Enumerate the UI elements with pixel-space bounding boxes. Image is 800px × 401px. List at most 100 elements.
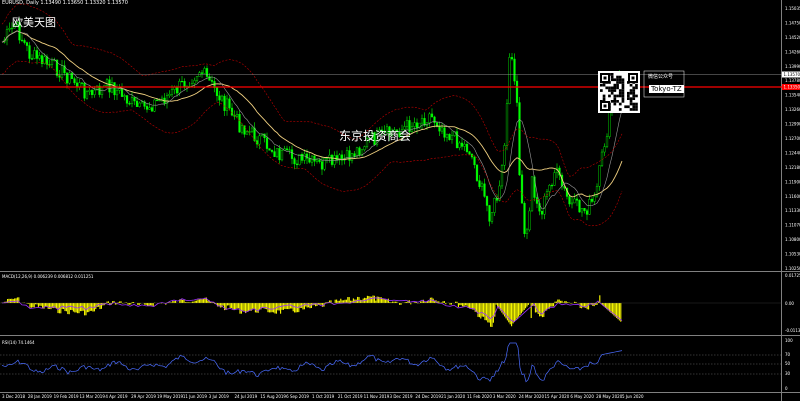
time-tick-label: 19 May 2019 — [157, 394, 184, 399]
qr-module — [608, 86, 611, 90]
candle-body — [593, 195, 596, 202]
candle-body — [540, 210, 544, 215]
time-tick-label: 11 Jun 2019 — [183, 394, 208, 399]
time-tick-label: 11 Nov 2019 — [364, 394, 390, 399]
candle-body — [20, 39, 24, 42]
candle-body — [105, 79, 109, 86]
candle-body — [175, 86, 179, 94]
candle-body — [295, 163, 299, 165]
candle-body — [138, 102, 141, 107]
qr-module — [621, 86, 625, 90]
qr-module — [627, 97, 630, 100]
candle-body — [205, 68, 209, 77]
candle-body — [170, 89, 174, 95]
candle-body — [275, 148, 279, 157]
price-tick-label: 1.11330 — [785, 208, 800, 213]
candle-body — [603, 146, 606, 153]
price-tick-label: 1.10250 — [785, 266, 800, 271]
candle-body — [293, 158, 296, 165]
candle-body — [508, 57, 511, 104]
qr-module — [621, 78, 625, 82]
qr-module — [613, 78, 617, 82]
candle-body — [590, 198, 594, 202]
candle-body — [510, 57, 514, 60]
candle-body — [200, 72, 204, 74]
price-tick-label: 1.15035 — [785, 6, 800, 11]
candle-body — [88, 90, 91, 92]
candle-body — [353, 153, 356, 157]
candle-body — [278, 148, 281, 161]
time-tick-label: 15 Apr 2020 — [545, 394, 570, 399]
bollinger-lower — [1, 60, 623, 227]
qr-module — [608, 94, 611, 98]
macd-signal-line — [1, 297, 623, 323]
qr-module — [629, 91, 633, 95]
candle-body — [463, 143, 466, 147]
time-tick-label: 29 Apr 2019 — [131, 394, 156, 399]
qr-module — [618, 91, 622, 95]
candle-body — [290, 149, 294, 159]
candle-body — [93, 89, 96, 95]
candle-body — [598, 165, 601, 187]
candle-body — [355, 147, 359, 157]
candle-body — [168, 94, 171, 96]
price-tick-label: 1.14260 — [785, 49, 800, 54]
time-tick-label: 28 May 2020 — [596, 394, 623, 399]
candle-body — [585, 210, 589, 215]
candle-body — [35, 50, 39, 59]
candle-body — [245, 131, 249, 135]
rsi-pane[interactable] — [0, 342, 782, 383]
qr-module — [635, 83, 638, 87]
candle-body — [543, 196, 546, 215]
rsi-axis-label: 50 — [785, 361, 791, 366]
price-chart[interactable]: 1.15035 1.14750 1.14520 1.14260 1.13990 1.137… — [0, 0, 800, 401]
qr-module — [600, 89, 603, 92]
candle-body — [473, 156, 476, 166]
candle-body — [80, 82, 84, 84]
qr-module — [632, 105, 636, 109]
candle-body — [315, 159, 319, 162]
macd-axis-label: 0.017256 — [785, 273, 800, 278]
qr-module — [632, 86, 636, 90]
main-price-pane[interactable] — [0, 0, 800, 401]
candle-body — [320, 161, 324, 170]
candle-body — [493, 198, 496, 213]
candle-body — [30, 58, 34, 60]
qr-module — [608, 89, 611, 92]
qr-module — [616, 81, 619, 84]
price-tick-label: 1.14520 — [785, 35, 800, 40]
qr-module — [610, 100, 614, 103]
time-tick-label: 3 Dec 2018 — [2, 394, 25, 399]
qr-module — [610, 73, 614, 76]
qr-module — [632, 89, 636, 92]
candle-body — [28, 45, 31, 59]
qr-module — [616, 100, 619, 103]
candle-body — [605, 136, 609, 147]
candle-body — [280, 149, 284, 161]
candle-body — [123, 95, 126, 97]
candle-body — [520, 174, 524, 204]
candle-body — [113, 82, 116, 96]
rsi-axis-label: 100 — [785, 338, 793, 343]
candle-body — [568, 196, 571, 205]
candle-body — [518, 102, 521, 176]
candle-body — [570, 202, 574, 205]
qr-module — [610, 75, 614, 79]
candle-body — [23, 40, 26, 43]
qr-module — [627, 91, 630, 95]
price-tick-label: 1.10530 — [785, 252, 800, 257]
qr-module — [621, 97, 625, 100]
candle-body — [313, 155, 316, 162]
candle-body — [75, 82, 79, 88]
qr-module — [602, 97, 606, 100]
macd-label: MACD(12,26,9) 0.006239 0.006812 0.011251 — [2, 274, 94, 279]
candle-body — [135, 100, 139, 107]
candle-body — [180, 80, 184, 83]
qr-module — [616, 75, 619, 79]
macd-pane[interactable] — [0, 295, 782, 327]
candle-body — [148, 107, 151, 110]
candle-body — [195, 76, 199, 81]
candle-body — [440, 127, 444, 132]
candle-body — [415, 122, 419, 129]
candle-body — [553, 172, 556, 186]
